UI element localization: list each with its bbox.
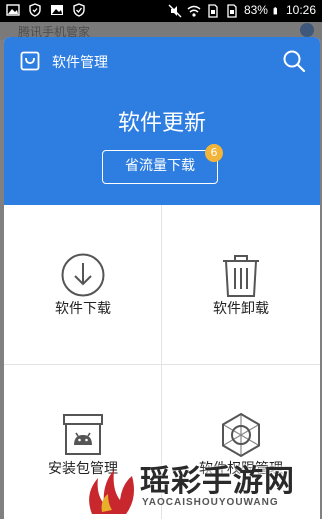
- status-left-icons: [6, 3, 86, 17]
- trash-icon: [223, 255, 259, 297]
- update-header: 软件管理 软件更新 省流量下载 6: [4, 37, 320, 205]
- battery-icon: [273, 6, 277, 14]
- watermark: 瑶彩手游网 YAOCAISHOUYOUWANG: [82, 454, 318, 519]
- update-heading: 软件更新: [117, 111, 206, 136]
- bag-icon: [20, 51, 40, 71]
- dialog-title: 软件管理: [52, 55, 108, 71]
- grid-item-label: 软件卸载: [213, 301, 269, 317]
- background-avatar: [300, 23, 314, 37]
- mute-icon: [168, 4, 182, 17]
- status-right-icons: 83% 10:26: [168, 3, 316, 18]
- grid-item-uninstall[interactable]: 软件卸载: [162, 205, 320, 365]
- status-bar: 83% 10:26: [0, 0, 322, 22]
- wifi-icon: [187, 5, 201, 17]
- clock: 10:26: [285, 3, 316, 17]
- battery-percent: 83%: [243, 3, 268, 17]
- save-data-download-button[interactable]: 省流量下载: [102, 150, 218, 184]
- permission-hexagon-icon: [222, 412, 260, 458]
- sim-card-icon: [208, 3, 218, 18]
- android-box-icon: [63, 414, 103, 455]
- shield-check-icon: [73, 3, 85, 17]
- sim-card-2-icon: [227, 3, 237, 18]
- download-icon: [61, 253, 105, 297]
- watermark-subtitle: YAOCAISHOUYOUWANG: [142, 497, 279, 508]
- shield-icon: [29, 3, 41, 17]
- grid-item-label: 软件下载: [55, 301, 111, 317]
- image-icon: [6, 4, 20, 16]
- software-manager-dialog: 软件管理 软件更新 省流量下载 6 软件下载 软件卸载 安装包管理 软件权限管理: [4, 37, 320, 519]
- dialog-topbar: 软件管理: [4, 37, 320, 85]
- grid-item-download[interactable]: 软件下载: [4, 205, 162, 365]
- photo-icon: [51, 5, 63, 15]
- search-icon[interactable]: [282, 49, 306, 73]
- watermark-name: 瑶彩手游网: [140, 464, 295, 499]
- update-count-badge: 6: [205, 144, 223, 162]
- watermark-logo: [89, 470, 134, 514]
